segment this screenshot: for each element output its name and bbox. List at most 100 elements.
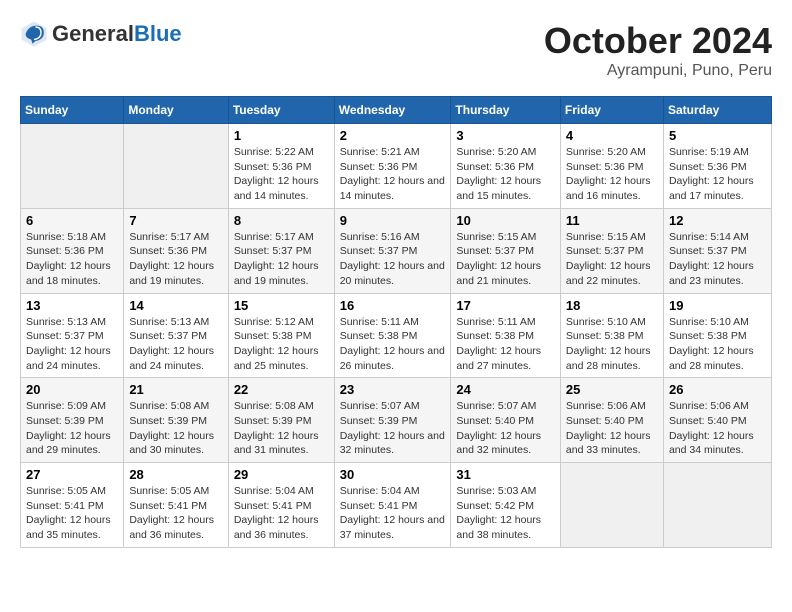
day-cell: 11Sunrise: 5:15 AMSunset: 5:37 PMDayligh… xyxy=(560,208,663,293)
day-info: Sunrise: 5:22 AMSunset: 5:36 PMDaylight:… xyxy=(234,145,329,204)
day-info: Sunrise: 5:21 AMSunset: 5:36 PMDaylight:… xyxy=(340,145,446,204)
day-number: 30 xyxy=(340,467,446,482)
day-cell: 6 Sunrise: 5:18 AMSunset: 5:36 PMDaylight… xyxy=(21,208,124,293)
day-info: Sunrise: 5:11 AMSunset: 5:38 PMDaylight:… xyxy=(340,315,446,374)
col-header-tuesday: Tuesday xyxy=(228,97,334,124)
day-number: 13 xyxy=(26,298,118,313)
day-cell: 9 Sunrise: 5:16 AMSunset: 5:37 PMDaylight… xyxy=(334,208,451,293)
week-row-1: 1 Sunrise: 5:22 AMSunset: 5:36 PMDaylight… xyxy=(21,124,772,209)
day-cell: 2 Sunrise: 5:21 AMSunset: 5:36 PMDaylight… xyxy=(334,124,451,209)
calendar-table: SundayMondayTuesdayWednesdayThursdayFrid… xyxy=(20,96,772,548)
logo-text: GeneralBlue xyxy=(52,22,182,46)
day-info: Sunrise: 5:05 AMSunset: 5:41 PMDaylight:… xyxy=(26,484,118,543)
logo: GeneralBlue xyxy=(20,20,182,48)
logo-icon xyxy=(20,20,48,48)
day-cell xyxy=(560,463,663,548)
week-row-2: 6 Sunrise: 5:18 AMSunset: 5:36 PMDaylight… xyxy=(21,208,772,293)
day-cell: 25 Sunrise: 5:06 AMSunset: 5:40 PMDayligh… xyxy=(560,378,663,463)
day-info: Sunrise: 5:07 AMSunset: 5:40 PMDaylight:… xyxy=(456,399,555,458)
day-number: 18 xyxy=(566,298,658,313)
day-info: Sunrise: 5:17 AMSunset: 5:36 PMDaylight:… xyxy=(129,230,222,289)
day-info: Sunrise: 5:10 AMSunset: 5:38 PMDaylight:… xyxy=(669,315,766,374)
day-cell: 5 Sunrise: 5:19 AMSunset: 5:36 PMDaylight… xyxy=(663,124,771,209)
day-number: 29 xyxy=(234,467,329,482)
day-number: 2 xyxy=(340,128,446,143)
col-header-friday: Friday xyxy=(560,97,663,124)
day-number: 28 xyxy=(129,467,222,482)
day-number: 11 xyxy=(566,213,658,228)
logo-line1: General xyxy=(52,21,134,46)
day-number: 25 xyxy=(566,382,658,397)
day-info: Sunrise: 5:19 AMSunset: 5:36 PMDaylight:… xyxy=(669,145,766,204)
day-number: 24 xyxy=(456,382,555,397)
day-cell: 14 Sunrise: 5:13 AMSunset: 5:37 PMDayligh… xyxy=(124,293,228,378)
day-cell: 1 Sunrise: 5:22 AMSunset: 5:36 PMDaylight… xyxy=(228,124,334,209)
day-number: 20 xyxy=(26,382,118,397)
header-row: SundayMondayTuesdayWednesdayThursdayFrid… xyxy=(21,97,772,124)
day-cell: 31 Sunrise: 5:03 AMSunset: 5:42 PMDayligh… xyxy=(451,463,561,548)
day-cell: 21Sunrise: 5:08 AMSunset: 5:39 PMDayligh… xyxy=(124,378,228,463)
day-cell: 15 Sunrise: 5:12 AMSunset: 5:38 PMDayligh… xyxy=(228,293,334,378)
day-cell: 10Sunrise: 5:15 AMSunset: 5:37 PMDayligh… xyxy=(451,208,561,293)
day-info: Sunrise: 5:10 AMSunset: 5:38 PMDaylight:… xyxy=(566,315,658,374)
day-cell: 23Sunrise: 5:07 AMSunset: 5:39 PMDayligh… xyxy=(334,378,451,463)
day-number: 9 xyxy=(340,213,446,228)
day-number: 22 xyxy=(234,382,329,397)
day-info: Sunrise: 5:06 AMSunset: 5:40 PMDaylight:… xyxy=(669,399,766,458)
day-info: Sunrise: 5:13 AMSunset: 5:37 PMDaylight:… xyxy=(129,315,222,374)
day-cell xyxy=(663,463,771,548)
day-cell: 24 Sunrise: 5:07 AMSunset: 5:40 PMDayligh… xyxy=(451,378,561,463)
day-number: 8 xyxy=(234,213,329,228)
day-cell xyxy=(124,124,228,209)
day-cell xyxy=(21,124,124,209)
day-number: 1 xyxy=(234,128,329,143)
day-number: 19 xyxy=(669,298,766,313)
col-header-saturday: Saturday xyxy=(663,97,771,124)
day-number: 14 xyxy=(129,298,222,313)
day-info: Sunrise: 5:15 AMSunset: 5:37 PMDaylight:… xyxy=(456,230,555,289)
day-number: 4 xyxy=(566,128,658,143)
col-header-thursday: Thursday xyxy=(451,97,561,124)
day-info: Sunrise: 5:18 AMSunset: 5:36 PMDaylight:… xyxy=(26,230,118,289)
day-cell: 8 Sunrise: 5:17 AMSunset: 5:37 PMDaylight… xyxy=(228,208,334,293)
day-info: Sunrise: 5:20 AMSunset: 5:36 PMDaylight:… xyxy=(456,145,555,204)
col-header-sunday: Sunday xyxy=(21,97,124,124)
day-info: Sunrise: 5:16 AMSunset: 5:37 PMDaylight:… xyxy=(340,230,446,289)
day-number: 31 xyxy=(456,467,555,482)
day-number: 3 xyxy=(456,128,555,143)
day-number: 15 xyxy=(234,298,329,313)
day-info: Sunrise: 5:13 AMSunset: 5:37 PMDaylight:… xyxy=(26,315,118,374)
day-cell: 30 Sunrise: 5:04 AMSunset: 5:41 PMDayligh… xyxy=(334,463,451,548)
month-title: October 2024 xyxy=(544,20,772,62)
day-cell: 7Sunrise: 5:17 AMSunset: 5:36 PMDaylight… xyxy=(124,208,228,293)
location-subtitle: Ayrampuni, Puno, Peru xyxy=(544,62,772,80)
day-info: Sunrise: 5:12 AMSunset: 5:38 PMDaylight:… xyxy=(234,315,329,374)
day-cell: 19 Sunrise: 5:10 AMSunset: 5:38 PMDayligh… xyxy=(663,293,771,378)
day-info: Sunrise: 5:04 AMSunset: 5:41 PMDaylight:… xyxy=(234,484,329,543)
day-number: 17 xyxy=(456,298,555,313)
day-number: 5 xyxy=(669,128,766,143)
day-number: 23 xyxy=(340,382,446,397)
day-info: Sunrise: 5:08 AMSunset: 5:39 PMDaylight:… xyxy=(234,399,329,458)
day-cell: 18 Sunrise: 5:10 AMSunset: 5:38 PMDayligh… xyxy=(560,293,663,378)
day-cell: 26 Sunrise: 5:06 AMSunset: 5:40 PMDayligh… xyxy=(663,378,771,463)
day-info: Sunrise: 5:06 AMSunset: 5:40 PMDaylight:… xyxy=(566,399,658,458)
week-row-3: 13 Sunrise: 5:13 AMSunset: 5:37 PMDayligh… xyxy=(21,293,772,378)
day-info: Sunrise: 5:04 AMSunset: 5:41 PMDaylight:… xyxy=(340,484,446,543)
week-row-5: 27Sunrise: 5:05 AMSunset: 5:41 PMDayligh… xyxy=(21,463,772,548)
day-number: 26 xyxy=(669,382,766,397)
day-cell: 20Sunrise: 5:09 AMSunset: 5:39 PMDayligh… xyxy=(21,378,124,463)
day-info: Sunrise: 5:14 AMSunset: 5:37 PMDaylight:… xyxy=(669,230,766,289)
day-cell: 27Sunrise: 5:05 AMSunset: 5:41 PMDayligh… xyxy=(21,463,124,548)
col-header-monday: Monday xyxy=(124,97,228,124)
week-row-4: 20Sunrise: 5:09 AMSunset: 5:39 PMDayligh… xyxy=(21,378,772,463)
day-info: Sunrise: 5:05 AMSunset: 5:41 PMDaylight:… xyxy=(129,484,222,543)
day-info: Sunrise: 5:17 AMSunset: 5:37 PMDaylight:… xyxy=(234,230,329,289)
day-info: Sunrise: 5:03 AMSunset: 5:42 PMDaylight:… xyxy=(456,484,555,543)
col-header-wednesday: Wednesday xyxy=(334,97,451,124)
day-number: 21 xyxy=(129,382,222,397)
page-header: GeneralBlue October 2024 Ayrampuni, Puno… xyxy=(20,20,772,80)
day-cell: 17Sunrise: 5:11 AMSunset: 5:38 PMDayligh… xyxy=(451,293,561,378)
day-number: 6 xyxy=(26,213,118,228)
day-number: 12 xyxy=(669,213,766,228)
